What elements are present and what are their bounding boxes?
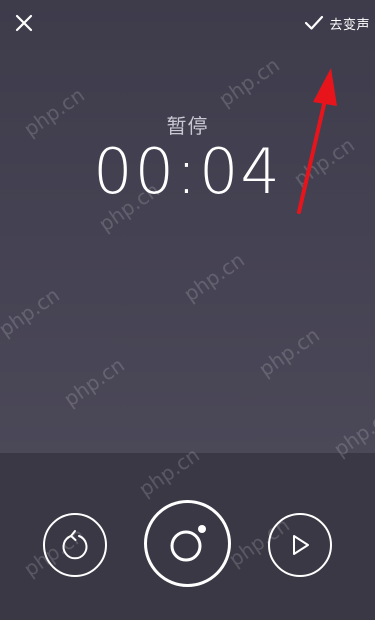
close-icon (15, 14, 33, 32)
record-button[interactable] (144, 500, 231, 587)
undo-circle-icon (62, 530, 88, 560)
play-button[interactable] (268, 513, 332, 577)
play-icon (293, 535, 309, 555)
record-dot-icon (170, 524, 206, 561)
voice-change-button[interactable]: 去变声 (304, 10, 370, 36)
close-button[interactable] (10, 9, 38, 37)
recording-area (0, 0, 375, 453)
voice-change-label: 去变声 (329, 17, 370, 33)
recording-timer: 00:04 (93, 135, 282, 208)
checkmark-icon (305, 15, 324, 30)
rerecord-button[interactable] (43, 513, 107, 577)
